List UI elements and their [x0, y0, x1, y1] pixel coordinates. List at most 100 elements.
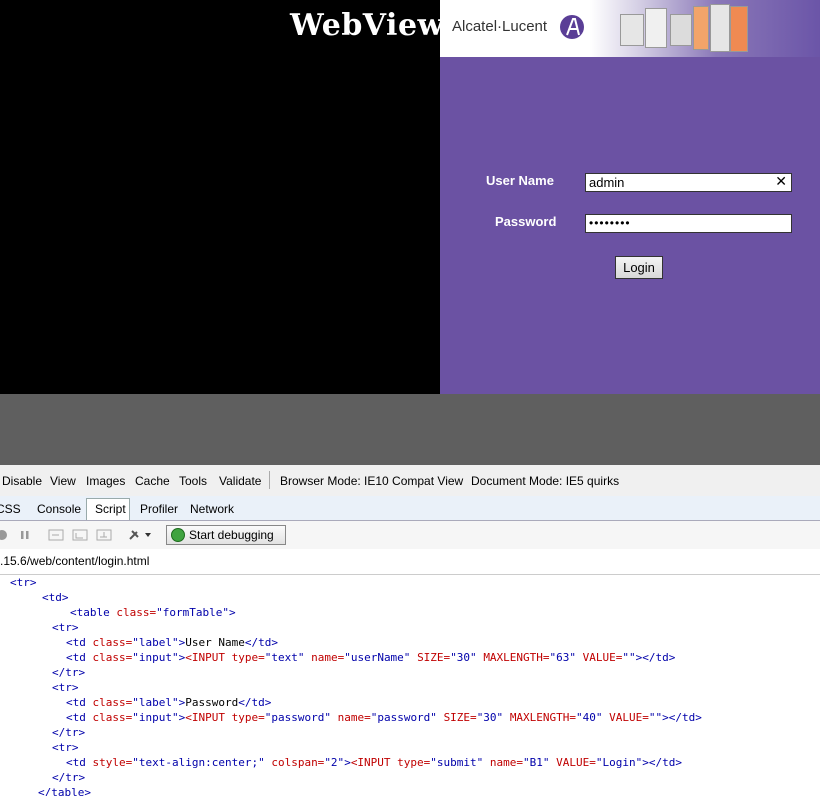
document-mode-menu[interactable]: Document Mode: IE5 quirks [471, 474, 619, 488]
code-line: <td class="label">User Name</td> [66, 635, 278, 650]
code-token: style= [92, 756, 133, 769]
equipment-image [590, 0, 820, 57]
code-token: "label" [132, 696, 179, 709]
brand-banner: Alcatel·Lucent [440, 0, 820, 57]
code-token: "B1" [523, 756, 557, 769]
code-token: MAXLENGTH= [509, 711, 577, 724]
code-token: ></td> [635, 651, 676, 664]
login-button[interactable]: Login [615, 256, 663, 279]
code-token: </tr> [52, 666, 86, 679]
empty-viewport-area [0, 394, 820, 465]
page-title: WebView [290, 8, 444, 43]
code-token: </table> [38, 786, 91, 796]
code-token: ></td> [642, 756, 683, 769]
menu-cache[interactable]: Cache [135, 474, 170, 488]
menu-validate[interactable]: Validate [219, 474, 261, 488]
tab-script[interactable]: Script [86, 498, 130, 520]
step-into-icon[interactable] [48, 529, 64, 541]
menu-view[interactable]: View [50, 474, 76, 488]
webview-page: WebView Alcatel·Lucent User Name admin ✕… [0, 0, 820, 394]
code-token: <td> [42, 591, 69, 604]
code-line: <td style="text-align:center;" colspan="… [66, 755, 682, 770]
step-over-icon[interactable] [72, 529, 88, 541]
code-token: <td [66, 651, 93, 664]
code-token: "submit" [430, 756, 490, 769]
code-line: <td class="label">Password</td> [66, 695, 271, 710]
code-token: VALUE= [582, 651, 623, 664]
code-token: User Name [185, 636, 245, 649]
code-line: <tr> [52, 620, 79, 635]
code-token: <INPUT [185, 651, 232, 664]
devtools-tabbar: CSS Console Script Profiler Network [0, 496, 820, 521]
code-token: "30" [476, 711, 510, 724]
developer-tools: Disable View Images Cache Tools Validate… [0, 465, 820, 796]
code-token: <td [66, 636, 93, 649]
browser-mode-menu[interactable]: Browser Mode: IE10 Compat View [280, 474, 463, 488]
code-token: > [344, 756, 351, 769]
code-token: ></td> [662, 711, 702, 724]
code-token: "input" [132, 651, 179, 664]
code-token: </tr> [52, 726, 86, 739]
code-token: "" [648, 711, 663, 724]
code-token: "" [622, 651, 636, 664]
alcatel-logo-icon [560, 15, 584, 39]
code-token: SIZE= [443, 711, 477, 724]
code-token: "2" [324, 756, 345, 769]
tab-console[interactable]: Console [37, 502, 81, 516]
code-token: type= [397, 756, 431, 769]
password-value: •••••••• [589, 216, 631, 230]
script-source-selector[interactable]: .15.6/web/content/login.html [0, 549, 820, 575]
code-line: <td class="input"><INPUT type="text" nam… [66, 650, 675, 665]
code-token: "password" [264, 711, 338, 724]
code-line: <tr> [10, 575, 37, 590]
code-token: type= [231, 711, 265, 724]
menu-tools[interactable]: Tools [179, 474, 207, 488]
menu-disable[interactable]: Disable [2, 474, 42, 488]
username-value: admin [589, 175, 625, 190]
tools-dropdown-icon[interactable] [128, 529, 154, 541]
code-token: colspan= [271, 756, 325, 769]
code-token: </td> [244, 636, 278, 649]
pause-icon[interactable] [19, 529, 31, 541]
code-token: <INPUT [350, 756, 398, 769]
code-token: </td> [238, 696, 272, 709]
code-line: </table> [38, 785, 91, 796]
tab-profiler[interactable]: Profiler [140, 502, 178, 516]
code-token: class= [116, 606, 157, 619]
code-line: <tr> [52, 740, 79, 755]
code-token: class= [92, 711, 133, 724]
devtools-menubar: Disable View Images Cache Tools Validate… [0, 465, 820, 497]
source-code-view: <tr> <td> <table class="formTable"> <tr> <td… [0, 575, 820, 796]
code-token: name= [311, 651, 345, 664]
menu-images[interactable]: Images [86, 474, 125, 488]
clear-icon[interactable]: ✕ [775, 173, 787, 190]
script-toolbar: Start debugging [0, 521, 820, 550]
code-token: class= [92, 636, 133, 649]
code-line: </tr> [52, 725, 85, 740]
code-token: name= [489, 756, 524, 769]
tab-css[interactable]: CSS [0, 502, 21, 516]
code-token: name= [337, 711, 371, 724]
username-input[interactable]: admin ✕ [585, 173, 792, 192]
tab-network[interactable]: Network [190, 502, 234, 516]
code-token: class= [92, 651, 133, 664]
step-out-icon[interactable] [96, 529, 112, 541]
code-line: <table class="formTable"> [70, 605, 236, 620]
code-line: </tr> [52, 770, 85, 785]
code-token: SIZE= [417, 651, 451, 664]
password-input[interactable]: •••••••• [585, 214, 792, 233]
login-panel: User Name admin ✕ Password •••••••• Logi… [440, 57, 820, 394]
play-icon [171, 528, 185, 542]
code-token: "Login" [595, 756, 643, 769]
start-debugging-button[interactable]: Start debugging [166, 525, 286, 545]
code-token: <td [66, 711, 93, 724]
code-line: </tr> [52, 665, 85, 680]
code-token: Password [185, 696, 239, 709]
code-token: "30" [450, 651, 484, 664]
stop-icon[interactable] [0, 529, 8, 541]
code-line: <td class="input"><INPUT type="password"… [66, 710, 702, 725]
brand-name: Alcatel·Lucent [452, 18, 548, 35]
code-token: <tr> [52, 681, 79, 694]
username-label: User Name [486, 173, 554, 188]
code-token: "label" [132, 636, 179, 649]
